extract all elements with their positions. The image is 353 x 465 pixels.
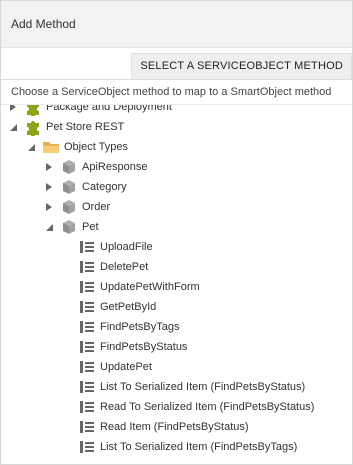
cube-icon (60, 178, 78, 196)
tree-node-package-and-deployment[interactable]: Package and Deployment (1, 105, 172, 117)
tree-node-label: FindPetsByTags (100, 321, 180, 333)
expand-arrow-icon[interactable] (8, 105, 18, 117)
toggle-spacer (62, 437, 72, 457)
dialog-header: Add Method (1, 1, 352, 48)
tree-node-label: UpdatePetWithForm (100, 281, 200, 293)
tree-node-label: Read To Serialized Item (FindPetsByStatu… (100, 401, 315, 413)
toggle-spacer (62, 397, 72, 417)
collapse-arrow-icon[interactable] (26, 137, 36, 157)
toggle-spacer (62, 357, 72, 377)
puzzle-icon (24, 105, 42, 116)
tree-node-label: List To Serialized Item (FindPetsByTags) (100, 441, 298, 453)
tree-node-type-category[interactable]: Category (1, 177, 127, 197)
tree-node-label: UploadFile (100, 241, 153, 253)
folder-icon (42, 138, 60, 156)
tree-node-label: GetPetById (100, 301, 157, 313)
tree-node-method-read-to-serialized-item-findpetsbystatus[interactable]: Read To Serialized Item (FindPetsByStatu… (1, 397, 314, 417)
puzzle-icon (24, 118, 42, 136)
collapse-arrow-icon[interactable] (8, 117, 18, 137)
tree-node-method-read-item-findpetsbystatus[interactable]: Read Item (FindPetsByStatus) (1, 417, 249, 437)
toggle-spacer (62, 257, 72, 277)
tree-node-method-deletepet[interactable]: DeletePet (1, 257, 148, 277)
method-icon (78, 418, 96, 436)
toggle-spacer (62, 317, 72, 337)
toggle-spacer (62, 297, 72, 317)
toggle-spacer (62, 337, 72, 357)
collapse-arrow-icon[interactable] (44, 217, 54, 237)
cube-icon (60, 218, 78, 236)
tree-node-label: Package and Deployment (46, 105, 172, 113)
method-icon (78, 358, 96, 376)
cube-icon (60, 158, 78, 176)
toggle-spacer (62, 277, 72, 297)
tree-node-method-uploadfile[interactable]: UploadFile (1, 237, 153, 257)
cube-icon (60, 198, 78, 216)
tree-node-label: DeletePet (100, 261, 149, 273)
expand-arrow-icon[interactable] (44, 197, 54, 217)
tree-node-pet-store-rest[interactable]: Pet Store REST (1, 117, 124, 137)
method-icon (78, 318, 96, 336)
expand-arrow-icon[interactable] (44, 157, 54, 177)
dialog-title: Add Method (11, 17, 76, 31)
method-icon (78, 338, 96, 356)
tree-node-type-pet[interactable]: Pet (1, 217, 99, 237)
tree-node-label: UpdatePet (100, 361, 152, 373)
method-icon (78, 378, 96, 396)
tree-node-type-apiresponse[interactable]: ApiResponse (1, 157, 147, 177)
tree-node-label: Object Types (64, 141, 128, 153)
tree-node-method-getpetbyid[interactable]: GetPetById (1, 297, 156, 317)
method-icon (78, 438, 96, 456)
tree-node-label: Category (82, 181, 127, 193)
instruction-text: Choose a ServiceObject method to map to … (1, 80, 352, 105)
toggle-spacer (62, 237, 72, 257)
tree-node-method-findpetsbytags[interactable]: FindPetsByTags (1, 317, 179, 337)
tree-node-method-updatepetwithform[interactable]: UpdatePetWithForm (1, 277, 200, 297)
toggle-spacer (62, 377, 72, 397)
tree-node-method-updatepet[interactable]: UpdatePet (1, 357, 152, 377)
section-label: SELECT A SERVICEOBJECT METHOD (131, 53, 352, 79)
method-icon (78, 258, 96, 276)
serviceobject-tree[interactable]: Package and Deployment Pet Store REST Obje… (1, 105, 352, 464)
tree-node-label: List To Serialized Item (FindPetsByStatu… (100, 381, 306, 393)
tree-node-method-findpetsbystatus[interactable]: FindPetsByStatus (1, 337, 187, 357)
tree-node-method-list-to-serialized-item-findpetsbystatus[interactable]: List To Serialized Item (FindPetsByStatu… (1, 377, 305, 397)
section-header: SELECT A SERVICEOBJECT METHOD (1, 53, 352, 80)
tree-node-label: FindPetsByStatus (100, 341, 188, 353)
tree-node-label: ApiResponse (82, 161, 148, 173)
tree-node-method-list-to-serialized-item-findpetsbytags[interactable]: List To Serialized Item (FindPetsByTags) (1, 437, 297, 457)
tree-node-label: Order (82, 201, 111, 213)
expand-arrow-icon[interactable] (44, 177, 54, 197)
tree-node-type-order[interactable]: Order (1, 197, 110, 217)
method-icon (78, 238, 96, 256)
tree-node-object-types[interactable]: Object Types (1, 137, 128, 157)
tree-node-label: Read Item (FindPetsByStatus) (100, 421, 249, 433)
toggle-spacer (62, 417, 72, 437)
method-icon (78, 398, 96, 416)
tree-node-label: Pet (82, 221, 99, 233)
method-icon (78, 298, 96, 316)
method-icon (78, 278, 96, 296)
tree-node-label: Pet Store REST (46, 121, 125, 133)
add-method-dialog: Add Method SELECT A SERVICEOBJECT METHOD… (0, 0, 353, 465)
